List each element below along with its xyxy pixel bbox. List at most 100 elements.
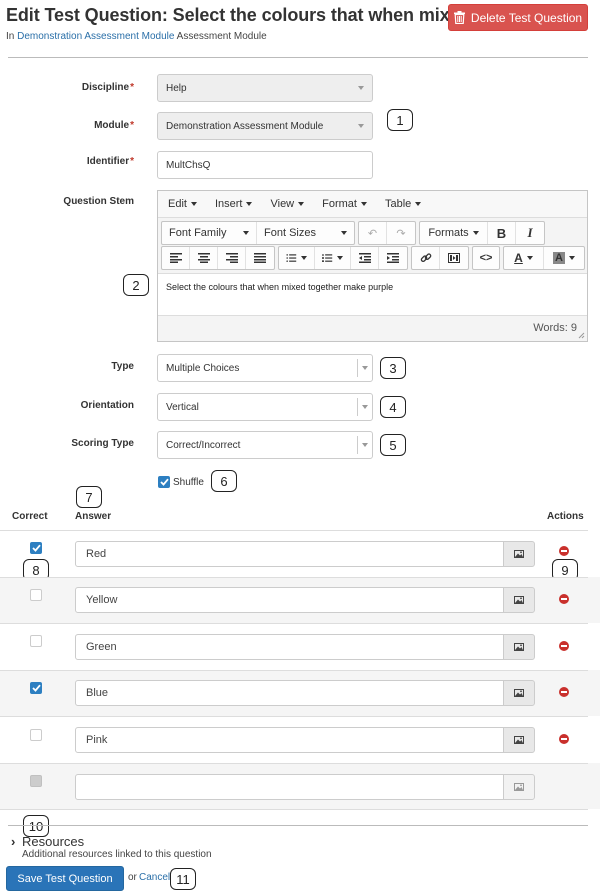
type-select[interactable]: Multiple Choices: [157, 354, 373, 382]
image-button[interactable]: [503, 634, 535, 660]
undo-icon[interactable]: ↶: [359, 222, 387, 244]
text-color-icon[interactable]: A: [504, 247, 544, 269]
redo-icon[interactable]: ↷: [387, 222, 415, 244]
remove-answer-icon[interactable]: [559, 546, 569, 556]
column-header-actions: Actions: [547, 511, 584, 522]
image-button: [503, 774, 535, 800]
editor-menu-insert[interactable]: Insert: [215, 198, 262, 210]
remove-answer-icon[interactable]: [559, 687, 569, 697]
correct-checkbox[interactable]: [30, 635, 42, 647]
correct-checkbox[interactable]: [30, 682, 42, 694]
row-divider: [0, 763, 588, 764]
image-icon: [514, 689, 524, 697]
new-answer-input[interactable]: [75, 774, 504, 800]
align-center-icon[interactable]: [190, 247, 218, 269]
scoring-type-label: Scoring Type: [71, 438, 134, 449]
font-sizes-dropdown[interactable]: Font Sizes: [257, 222, 354, 244]
module-select[interactable]: Demonstration Assessment Module: [157, 112, 373, 140]
answer-input[interactable]: Yellow: [75, 587, 504, 613]
link-icon[interactable]: [412, 247, 440, 269]
chevron-down-icon: [362, 366, 368, 370]
correct-checkbox[interactable]: [30, 589, 42, 601]
chevron-down-icon: [362, 405, 368, 409]
image-button[interactable]: [503, 680, 535, 706]
answer-input[interactable]: Blue: [75, 680, 504, 706]
answer-input[interactable]: Green: [75, 634, 504, 660]
callout-6: 6: [211, 470, 237, 492]
discipline-value: Help: [166, 82, 187, 94]
image-icon: [514, 596, 524, 604]
correct-checkbox[interactable]: [30, 729, 42, 741]
image-button[interactable]: [503, 541, 535, 567]
correct-checkbox[interactable]: [30, 542, 42, 554]
chevron-down-icon: [362, 443, 368, 447]
shuffle-label: Shuffle: [173, 477, 204, 488]
callout-1: 1: [387, 109, 413, 131]
discipline-label: Discipline*: [81, 82, 134, 93]
answer-input[interactable]: Red: [75, 541, 504, 567]
breadcrumb: In Demonstration Assessment Module Asses…: [6, 31, 267, 42]
editor-content-area[interactable]: Select the colours that when mixed toget…: [158, 273, 587, 316]
checkmark-icon: [31, 544, 41, 552]
type-value: Multiple Choices: [166, 362, 240, 374]
image-icon: [514, 783, 524, 791]
orientation-label: Orientation: [80, 400, 134, 411]
formats-dropdown[interactable]: Formats: [420, 222, 488, 244]
outdent-icon[interactable]: [351, 247, 379, 269]
indent-icon[interactable]: [379, 247, 407, 269]
numbered-list-icon[interactable]: [315, 247, 351, 269]
checkmark-icon: [159, 478, 169, 486]
discipline-select[interactable]: Help: [157, 74, 373, 102]
callout-7: 7: [76, 486, 102, 508]
image-button[interactable]: [503, 587, 535, 613]
editor-menu-view[interactable]: View: [270, 198, 313, 210]
font-family-dropdown[interactable]: Font Family: [162, 222, 257, 244]
module-value: Demonstration Assessment Module: [166, 120, 324, 132]
editor-menu-table[interactable]: Table: [385, 198, 430, 210]
editor-menu-edit[interactable]: Edit: [168, 198, 206, 210]
identifier-field[interactable]: MultChsQ: [157, 151, 373, 179]
align-right-icon[interactable]: [218, 247, 246, 269]
editor-menu-format[interactable]: Format: [322, 198, 376, 210]
resources-description: Additional resources linked to this ques…: [22, 849, 212, 860]
save-test-question-button[interactable]: Save Test Question: [6, 866, 124, 891]
question-stem-label: Question Stem: [63, 196, 134, 207]
editor-menubar: Edit Insert View Format Table: [158, 191, 587, 218]
remove-answer-icon[interactable]: [559, 734, 569, 744]
background-color-icon[interactable]: A: [544, 247, 584, 269]
column-header-answer: Answer: [75, 511, 112, 522]
editor-toolbar-row-1: Font Family Font Sizes ↶ ↷ Formats B I: [161, 221, 545, 245]
type-label: Type: [111, 361, 134, 372]
answer-input[interactable]: Pink: [75, 727, 504, 753]
image-button[interactable]: [503, 727, 535, 753]
bullet-list-icon[interactable]: [279, 247, 315, 269]
media-icon[interactable]: [440, 247, 468, 269]
resources-divider: [8, 825, 588, 826]
question-stem-editor: Edit Insert View Format Table Font Famil…: [157, 190, 588, 342]
align-left-icon[interactable]: [162, 247, 190, 269]
row-divider: [0, 809, 588, 810]
cancel-link[interactable]: Cancel: [139, 872, 170, 883]
orientation-select[interactable]: Vertical: [157, 393, 373, 421]
column-header-correct: Correct: [12, 511, 48, 522]
remove-answer-icon[interactable]: [559, 594, 569, 604]
breadcrumb-suffix: Assessment Module: [176, 31, 267, 42]
header-divider: [8, 57, 588, 58]
bold-button[interactable]: B: [488, 222, 516, 244]
row-divider: [0, 577, 588, 578]
resize-handle-icon[interactable]: [578, 332, 585, 339]
resources-toggle[interactable]: Resources: [22, 834, 84, 849]
chevron-down-icon: [358, 124, 364, 128]
correct-checkbox: [30, 775, 42, 787]
remove-answer-icon[interactable]: [559, 641, 569, 651]
delete-test-question-button[interactable]: Delete Test Question: [448, 4, 588, 31]
chevron-right-icon[interactable]: ›: [11, 834, 15, 849]
scoring-type-select[interactable]: Correct/Incorrect: [157, 431, 373, 459]
align-justify-icon[interactable]: [246, 247, 274, 269]
callout-3: 3: [380, 357, 406, 379]
shuffle-checkbox[interactable]: [158, 476, 170, 488]
breadcrumb-module-link[interactable]: Demonstration Assessment Module: [17, 31, 174, 42]
module-label: Module*: [94, 120, 134, 131]
italic-button[interactable]: I: [516, 222, 544, 244]
code-icon[interactable]: <>: [473, 247, 499, 269]
